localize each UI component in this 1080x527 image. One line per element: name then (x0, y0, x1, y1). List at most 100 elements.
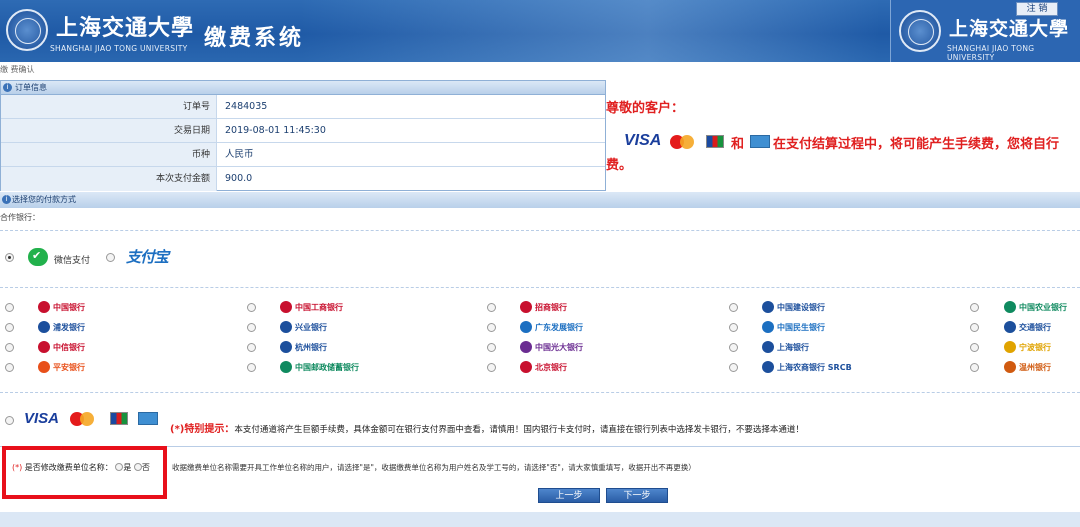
bank-logo-icon (38, 301, 50, 313)
bank-radio[interactable] (247, 343, 256, 352)
bank-option[interactable]: 招商银行 (520, 300, 567, 314)
bank-logo-icon (520, 321, 532, 333)
bank-name: 中国光大银行 (535, 342, 583, 352)
order-number-label: 订单号 (1, 95, 217, 118)
currency-label: 币种 (1, 143, 217, 166)
bank-name: 平安银行 (53, 362, 85, 372)
university-name-en-right: SHANGHAI JIAO TONG UNIVERSITY (947, 44, 1035, 62)
bank-radio[interactable] (729, 323, 738, 332)
bank-name: 交通银行 (1019, 322, 1051, 332)
bank-option[interactable]: 北京银行 (520, 360, 567, 374)
university-seal-icon-right (899, 10, 941, 52)
bank-option[interactable]: 中国民生银行 (762, 320, 825, 334)
system-title: 缴费系统 (204, 26, 305, 51)
bank-radio[interactable] (970, 343, 979, 352)
header-glow (300, 0, 880, 62)
bank-logo-icon (762, 361, 774, 373)
bank-name: 中国农业银行 (1019, 302, 1067, 312)
divider (0, 287, 1080, 288)
bank-option[interactable]: 中信银行 (38, 340, 85, 354)
bank-name: 宁波银行 (1019, 342, 1051, 352)
bank-name: 中国工商银行 (295, 302, 343, 312)
bank-option[interactable]: 兴业银行 (280, 320, 327, 334)
next-step-button[interactable]: 下一步 (606, 488, 668, 503)
bank-logo-icon (1004, 361, 1016, 373)
info-icon: i (3, 83, 12, 92)
notice-card-line: VISA 和 在支付结算过程中，将可能产生手续费，您将自行 (624, 132, 1080, 152)
bank-radio[interactable] (5, 363, 14, 372)
wechat-pay-label[interactable]: 微信支付 (54, 253, 90, 266)
wechat-radio[interactable] (5, 253, 14, 262)
bank-name: 上海农商银行 SRCB (777, 362, 852, 372)
amount-value: 900.0 (225, 173, 253, 184)
bank-radio[interactable] (729, 363, 738, 372)
notice-and: 和 (731, 137, 745, 152)
special-notice: (*)特别提示：本支付通道将产生巨额手续费，具体金额可在银行支付界面中查看，请慎… (170, 420, 804, 435)
trade-date-value: 2019-08-01 11:45:30 (225, 125, 326, 136)
bank-radio[interactable] (247, 323, 256, 332)
order-info-header: i 订单信息 (1, 81, 605, 95)
bank-option[interactable]: 广东发展银行 (520, 320, 583, 334)
mastercard-logo-icon (70, 412, 96, 426)
bank-option[interactable]: 宁波银行 (1004, 340, 1051, 354)
bank-logo-icon (762, 301, 774, 313)
bank-option[interactable]: 平安银行 (38, 360, 85, 374)
alipay-logo[interactable]: 支付宝 (126, 246, 169, 267)
bank-option[interactable]: 上海银行 (762, 340, 809, 354)
bank-radio[interactable] (5, 303, 14, 312)
bank-radio[interactable] (970, 363, 979, 372)
bank-name: 杭州银行 (295, 342, 327, 352)
bank-option[interactable]: 中国邮政储蓄银行 (280, 360, 359, 374)
payment-method-header: i 选择您的付款方式 (0, 192, 1080, 208)
alipay-radio[interactable] (106, 253, 115, 262)
bank-logo-icon (520, 341, 532, 353)
bank-option[interactable]: 杭州银行 (280, 340, 327, 354)
bank-radio[interactable] (5, 343, 14, 352)
unit-hint: 收据缴费单位名称需要开具工作单位名称的用户，请选择"是"，收据缴费单位名称为用户… (172, 463, 696, 472)
bank-logo-icon (520, 361, 532, 373)
prev-step-button[interactable]: 上一步 (538, 488, 600, 503)
bank-name: 中国邮政储蓄银行 (295, 362, 359, 372)
bank-radio[interactable] (487, 323, 496, 332)
bank-radio[interactable] (487, 343, 496, 352)
bank-option[interactable]: 温州银行 (1004, 360, 1051, 374)
bank-radio[interactable] (970, 303, 979, 312)
divider (0, 230, 1080, 231)
bank-option[interactable]: 中国银行 (38, 300, 85, 314)
bank-name: 北京银行 (535, 362, 567, 372)
header-banner: 上海交通大學 SHANGHAI JIAO TONG UNIVERSITY 缴费系… (0, 0, 1080, 62)
order-info-title: 订单信息 (15, 83, 47, 92)
university-name-en: SHANGHAI JIAO TONG UNIVERSITY (50, 44, 188, 53)
bank-option[interactable]: 中国建设银行 (762, 300, 825, 314)
highlight-box (2, 446, 167, 499)
university-name-cn-right: 上海交通大學 (949, 18, 1070, 40)
bank-radio[interactable] (5, 323, 14, 332)
bank-radio[interactable] (970, 323, 979, 332)
order-row: 交易日期 2019-08-01 11:45:30 (1, 119, 605, 143)
bank-radio[interactable] (247, 363, 256, 372)
bank-radio[interactable] (247, 303, 256, 312)
bank-logo-icon (1004, 341, 1016, 353)
special-notice-label: (*)特别提示： (170, 424, 235, 435)
bank-option[interactable]: 中国农业银行 (1004, 300, 1067, 314)
university-seal-icon (6, 9, 48, 51)
logout-button[interactable]: 注 销 (1016, 2, 1058, 16)
bank-option[interactable]: 交通银行 (1004, 320, 1051, 334)
bank-radio[interactable] (729, 303, 738, 312)
jcb-logo-icon (706, 135, 724, 148)
bank-option[interactable]: 中国光大银行 (520, 340, 583, 354)
intl-card-radio[interactable] (5, 416, 14, 425)
bank-option[interactable]: 中国工商银行 (280, 300, 343, 314)
bank-logo-icon (38, 341, 50, 353)
bank-radio[interactable] (729, 343, 738, 352)
divider (0, 392, 1080, 393)
bank-logo-icon (762, 341, 774, 353)
bank-radio[interactable] (487, 303, 496, 312)
bank-option[interactable]: 浦发银行 (38, 320, 85, 334)
bank-logo-icon (280, 321, 292, 333)
bank-option[interactable]: 上海农商银行 SRCB (762, 360, 852, 374)
bank-logo-icon (1004, 321, 1016, 333)
amex-logo-icon (138, 412, 158, 425)
order-row: 订单号 2484035 (1, 95, 605, 119)
bank-radio[interactable] (487, 363, 496, 372)
